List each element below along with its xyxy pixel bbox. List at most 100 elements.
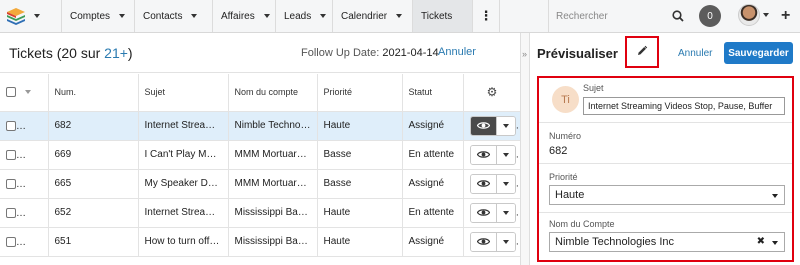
row-select-cell: ☆ bbox=[0, 111, 49, 141]
table-row[interactable]: ☆ 651How to turn off soundMississippi Ban… bbox=[0, 227, 522, 257]
priority-value: Haute bbox=[555, 189, 585, 201]
cell-status: Assigné bbox=[402, 169, 464, 199]
row-checkbox[interactable] bbox=[6, 207, 16, 218]
more-menu-button[interactable]: ⋮ bbox=[472, 0, 500, 32]
cell-priority: Haute bbox=[317, 227, 403, 257]
star-icon[interactable]: ☆ bbox=[30, 117, 42, 132]
cell-actions bbox=[463, 169, 522, 199]
row-select-cell: ☆ bbox=[0, 198, 49, 228]
nav-item-leads[interactable]: Leads bbox=[275, 0, 333, 32]
cell-subject-link[interactable]: My Speaker Doesn't Work bbox=[138, 169, 229, 199]
column-header-num[interactable]: Num. bbox=[48, 74, 139, 112]
avatar: Ti bbox=[552, 86, 579, 113]
cell-actions bbox=[463, 111, 522, 141]
eye-icon[interactable] bbox=[470, 174, 497, 193]
chevron-down-icon bbox=[119, 14, 126, 18]
cell-num: 682 bbox=[48, 111, 139, 141]
eye-icon[interactable] bbox=[470, 232, 497, 251]
plus-icon[interactable]: + bbox=[781, 6, 790, 26]
account-select[interactable]: Nimble Technologies Inc ✖ bbox=[549, 232, 785, 252]
preview-form: Ti Sujet Internet Streaming Videos Stop,… bbox=[537, 76, 794, 262]
row-actions bbox=[469, 144, 516, 165]
nav-item-calendrier[interactable]: Calendrier bbox=[332, 0, 412, 32]
nav-item-label: Calendrier bbox=[341, 10, 388, 22]
eye-icon[interactable] bbox=[470, 145, 497, 164]
row-actions bbox=[469, 115, 516, 136]
column-header-account[interactable]: Nom du compte bbox=[228, 74, 318, 112]
nav-item-tickets[interactable]: Tickets bbox=[412, 0, 472, 32]
table-header-row: Num. Sujet Nom du compte Priorité Statut… bbox=[0, 74, 522, 112]
cell-subject-link[interactable]: Internet Streaming Videos bbox=[138, 198, 229, 228]
select-all-checkbox[interactable] bbox=[6, 87, 16, 98]
cell-account-link[interactable]: Mississippi Bank Group bbox=[228, 198, 318, 228]
chevron-down-icon bbox=[502, 152, 509, 157]
app-menu-button[interactable] bbox=[6, 6, 50, 26]
chevron-down-icon bbox=[772, 241, 778, 245]
column-header-subject[interactable]: Sujet bbox=[138, 74, 229, 112]
subject-field[interactable]: Internet Streaming Videos Stop, Pause, B… bbox=[583, 97, 785, 115]
chevron-down-icon bbox=[502, 123, 509, 128]
nav-item-contacts[interactable]: Contacts bbox=[134, 0, 212, 32]
row-select-cell: ☆ bbox=[0, 140, 49, 170]
eye-icon[interactable] bbox=[470, 116, 497, 135]
number-label: Numéro bbox=[549, 131, 582, 141]
panel-divider[interactable]: » bbox=[520, 33, 530, 265]
nav-item-label: Tickets bbox=[421, 10, 453, 22]
star-icon[interactable]: ☆ bbox=[30, 146, 42, 161]
total-count-link[interactable]: 21+ bbox=[104, 45, 128, 61]
chevron-down-icon bbox=[763, 13, 769, 17]
cell-priority: Basse bbox=[317, 140, 403, 170]
chevron-down-icon bbox=[502, 239, 509, 244]
search-icon[interactable] bbox=[672, 10, 684, 25]
cell-account-link[interactable]: MMM Mortuary Services bbox=[228, 140, 318, 170]
table-row[interactable]: ☆ 665My Speaker Doesn't WorkMMM Mortuary … bbox=[0, 169, 522, 199]
user-menu-button[interactable] bbox=[738, 4, 769, 26]
table-row[interactable]: ☆ 652Internet Streaming VideosMississippi… bbox=[0, 198, 522, 228]
cell-status: Assigné bbox=[402, 227, 464, 257]
priority-select[interactable]: Haute bbox=[549, 185, 785, 205]
save-button[interactable]: Sauvegarder bbox=[724, 42, 793, 64]
gear-icon[interactable]: ⚙ bbox=[487, 85, 498, 99]
table-row[interactable]: ☆ 682Internet Streaming Videos Stop, Paus… bbox=[0, 111, 522, 141]
chevron-down-icon bbox=[34, 14, 40, 18]
row-actions-dropdown[interactable] bbox=[496, 232, 515, 251]
column-header-priority[interactable]: Priorité bbox=[317, 74, 403, 112]
row-checkbox[interactable] bbox=[6, 178, 16, 189]
clear-icon[interactable]: ✖ bbox=[757, 236, 765, 247]
divider bbox=[539, 212, 792, 213]
row-actions-dropdown[interactable] bbox=[496, 116, 515, 135]
cell-subject-link[interactable]: How to turn off sound bbox=[138, 227, 229, 257]
cell-num: 651 bbox=[48, 227, 139, 257]
edit-button[interactable] bbox=[625, 36, 659, 68]
table-row[interactable]: ☆ 669I Can't Play MusicMMM Mortuary Servi… bbox=[0, 140, 522, 170]
chevron-down-icon bbox=[320, 14, 327, 18]
cell-subject-link[interactable]: I Can't Play Music bbox=[138, 140, 229, 170]
notification-badge[interactable]: 0 bbox=[699, 5, 721, 27]
row-actions-dropdown[interactable] bbox=[496, 145, 515, 164]
row-checkbox[interactable] bbox=[6, 149, 16, 160]
cell-priority: Haute bbox=[317, 111, 403, 141]
cell-account-link[interactable]: Nimble Technologies Inc bbox=[228, 111, 318, 141]
star-icon[interactable]: ☆ bbox=[30, 204, 42, 219]
row-actions-dropdown[interactable] bbox=[496, 174, 515, 193]
collapse-arrow-icon[interactable]: » bbox=[522, 49, 527, 59]
cell-num: 669 bbox=[48, 140, 139, 170]
search-input[interactable]: Rechercher bbox=[548, 0, 694, 32]
column-header-status[interactable]: Statut bbox=[402, 74, 464, 112]
cell-status: Assigné bbox=[402, 111, 464, 141]
row-actions-dropdown[interactable] bbox=[496, 203, 515, 222]
row-actions bbox=[469, 173, 516, 194]
cell-subject-link[interactable]: Internet Streaming Videos Stop, Pause, B… bbox=[138, 111, 229, 141]
cancel-filter-link[interactable]: Annuler bbox=[438, 46, 476, 58]
eye-icon[interactable] bbox=[470, 203, 497, 222]
cell-account-link[interactable]: MMM Mortuary Services bbox=[228, 169, 318, 199]
cell-account-link[interactable]: Mississippi Bank Group bbox=[228, 227, 318, 257]
nav-item-comptes[interactable]: Comptes bbox=[61, 0, 138, 32]
chevron-down-icon[interactable] bbox=[25, 90, 31, 95]
list-header: Tickets (20 sur 21+) Follow Up Date: 202… bbox=[0, 33, 520, 73]
star-icon[interactable]: ☆ bbox=[30, 175, 42, 190]
preview-cancel-link[interactable]: Annuler bbox=[678, 48, 712, 59]
row-checkbox[interactable] bbox=[6, 236, 16, 247]
row-checkbox[interactable] bbox=[6, 120, 16, 131]
star-icon[interactable]: ☆ bbox=[30, 233, 42, 248]
